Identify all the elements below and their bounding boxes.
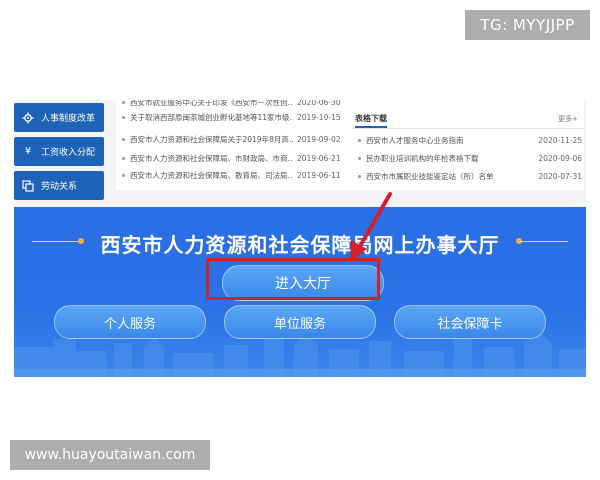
watermark-bottom: www.huayoutaiwan.com bbox=[10, 440, 210, 470]
website-screenshot: 人事制度改革 ¥ 工资收入分配 劳动关系 西安市就业服务中心关于印发《西安市一次… bbox=[14, 100, 586, 377]
watermark-top: TG: MYYJJPP bbox=[465, 10, 590, 40]
arrow-annotation bbox=[350, 192, 392, 262]
